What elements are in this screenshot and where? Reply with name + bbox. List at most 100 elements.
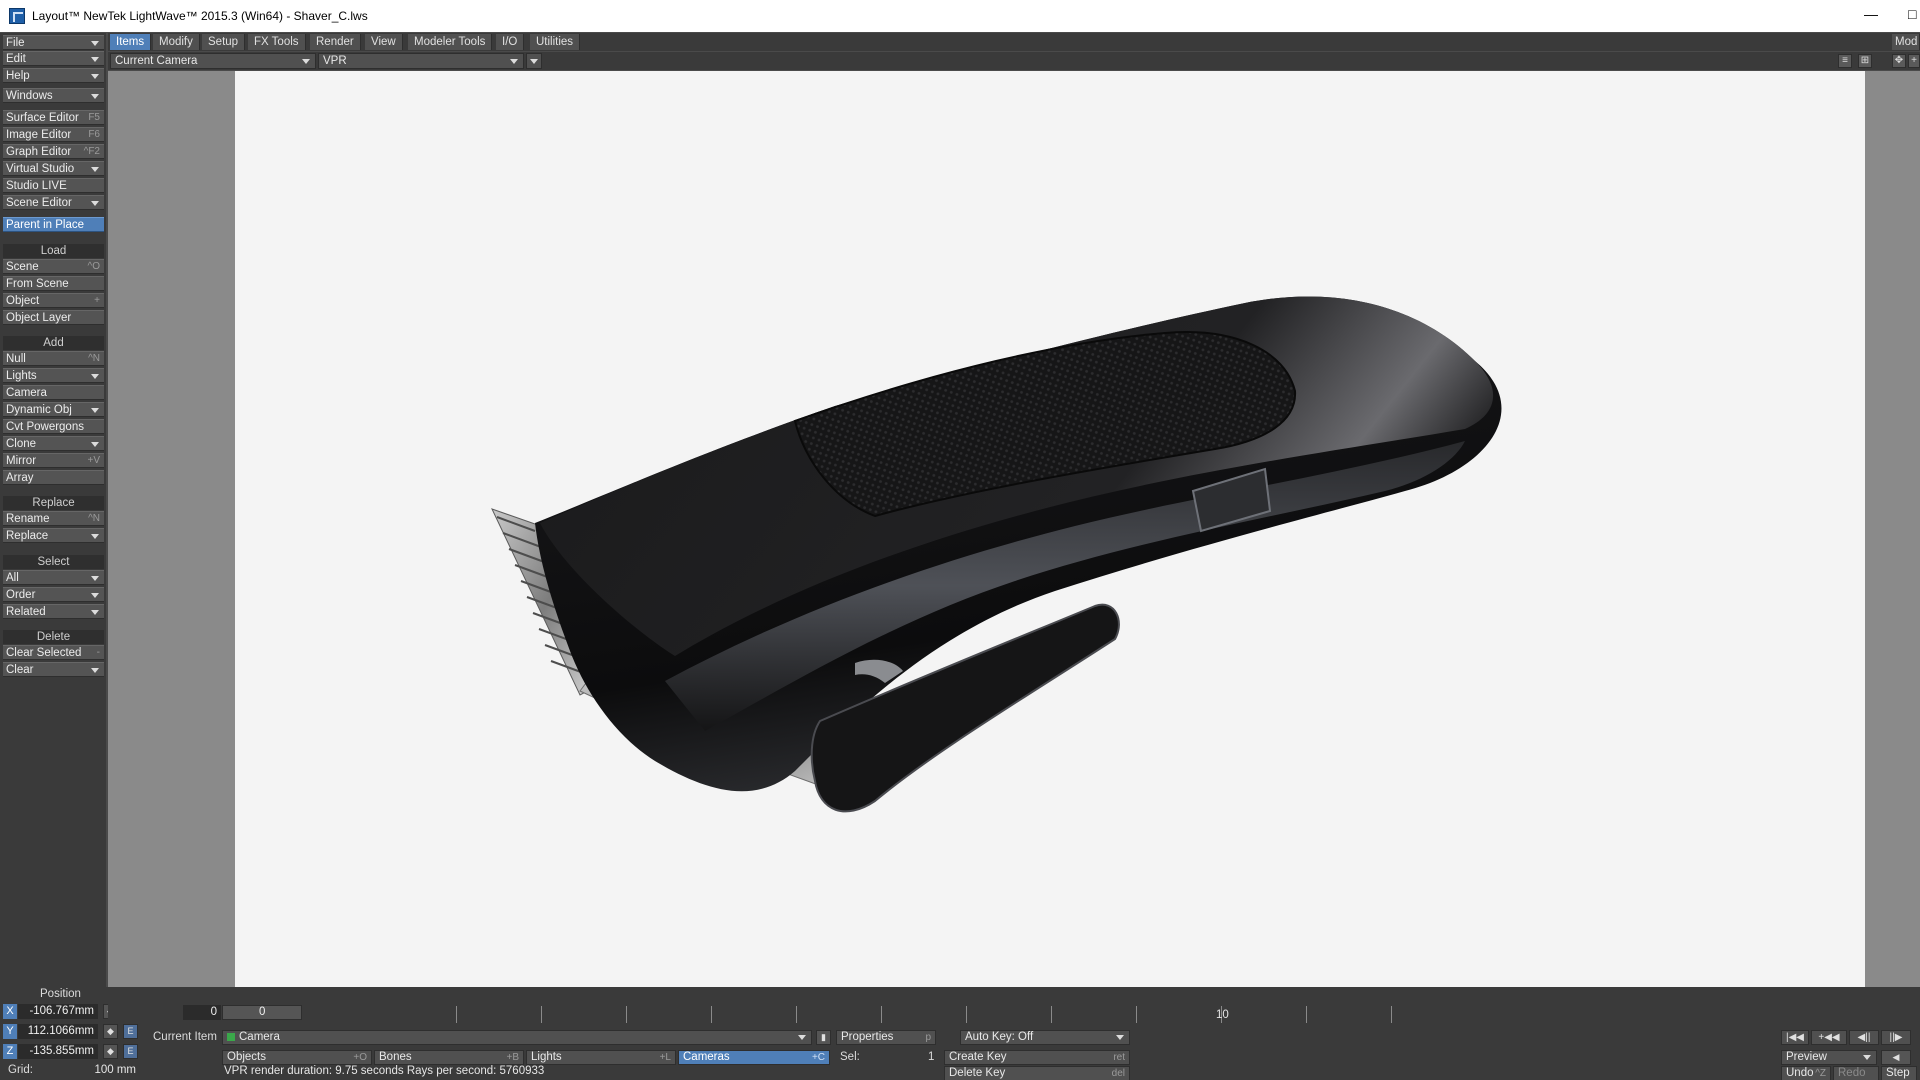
tab-modeler-tools[interactable]: Modeler Tools: [408, 34, 493, 50]
auto-key-select[interactable]: Auto Key: Off: [960, 1030, 1130, 1045]
add-lights-menu[interactable]: Lights: [3, 368, 104, 383]
select-related-menu[interactable]: Related: [3, 604, 104, 619]
tab-utilities[interactable]: Utilities: [530, 34, 581, 50]
bones-filter-button[interactable]: Bones +B: [374, 1050, 524, 1065]
array-button[interactable]: Array: [3, 470, 104, 485]
step-button[interactable]: Step: [1881, 1066, 1917, 1080]
timeline[interactable]: 0 0 10: [108, 1001, 1920, 1023]
current-item-select[interactable]: Camera: [222, 1030, 812, 1045]
z-envelope-button[interactable]: E: [123, 1044, 138, 1059]
select-order-menu[interactable]: Order: [3, 587, 104, 602]
z-position-field[interactable]: -135.855mm: [18, 1044, 98, 1059]
y-nudge-icon[interactable]: ◆: [103, 1024, 118, 1039]
move-view-icon[interactable]: ✥: [1892, 54, 1906, 68]
render-mode-select[interactable]: VPR: [318, 53, 524, 69]
play-backward-icon[interactable]: ◀||: [1849, 1030, 1879, 1045]
undo-button[interactable]: Undo ^Z: [1781, 1066, 1831, 1080]
rewind-start-icon[interactable]: |◀◀: [1781, 1030, 1809, 1045]
clear-menu[interactable]: Clear: [3, 662, 104, 677]
parent-in-place-toggle[interactable]: Parent in Place: [3, 217, 104, 232]
add-section-header: Add: [3, 336, 104, 350]
chevron-down-icon: [91, 201, 99, 206]
view-type-value: Current Camera: [115, 55, 198, 67]
replace-label: Replace: [6, 530, 49, 542]
objects-filter-button[interactable]: Objects +O: [222, 1050, 372, 1065]
load-from-scene-button[interactable]: From Scene: [3, 276, 104, 291]
array-label: Array: [6, 472, 34, 484]
windows-menu[interactable]: Windows: [3, 88, 104, 103]
cameras-filter-button[interactable]: Cameras +C: [678, 1050, 830, 1065]
y-envelope-button[interactable]: E: [123, 1024, 138, 1039]
dynamic-obj-menu[interactable]: Dynamic Obj: [3, 402, 104, 417]
add-null-button[interactable]: Null ^N: [3, 351, 104, 366]
step-back-icon[interactable]: +◀◀: [1811, 1030, 1847, 1045]
select-all-menu[interactable]: All: [3, 570, 104, 585]
help-menu[interactable]: Help: [3, 68, 104, 83]
shortcut-label: ^F2: [83, 146, 100, 157]
virtual-studio-menu[interactable]: Virtual Studio: [3, 161, 104, 176]
clear-selected-button[interactable]: Clear Selected -: [3, 645, 104, 660]
x-position-field[interactable]: -106.767mm: [18, 1004, 98, 1019]
add-camera-button[interactable]: Camera: [3, 385, 104, 400]
studio-live-button[interactable]: Studio LIVE: [3, 178, 104, 193]
timeline-tick: [1136, 1006, 1137, 1023]
tab-setup[interactable]: Setup: [202, 34, 246, 50]
tab-io[interactable]: I/O: [496, 34, 525, 50]
scene-editor-menu[interactable]: Scene Editor: [3, 195, 104, 210]
tab-modify[interactable]: Modify: [153, 34, 200, 50]
start-frame-field[interactable]: 0: [183, 1005, 221, 1020]
previous-icon[interactable]: ◀: [1881, 1050, 1911, 1065]
rename-button[interactable]: Rename ^N: [3, 511, 104, 526]
image-editor-button[interactable]: Image Editor F6: [3, 127, 104, 142]
clone-menu[interactable]: Clone: [3, 436, 104, 451]
preview-menu[interactable]: Preview: [1781, 1050, 1877, 1065]
redo-button[interactable]: Redo: [1833, 1066, 1879, 1080]
cvt-powergons-button[interactable]: Cvt Powergons: [3, 419, 104, 434]
delete-key-button[interactable]: Delete Key del: [944, 1066, 1130, 1080]
camera-viewport[interactable]: [235, 71, 1865, 987]
item-info-icon[interactable]: ▮: [816, 1030, 831, 1045]
timeline-tick: [626, 1006, 627, 1023]
tab-items[interactable]: Items: [110, 34, 152, 50]
tab-view[interactable]: View: [365, 34, 403, 50]
replace-menu[interactable]: Replace: [3, 528, 104, 543]
windows-label: Windows: [6, 90, 53, 102]
load-scene-button[interactable]: Scene ^O: [3, 259, 104, 274]
tab-fx-tools[interactable]: FX Tools: [248, 34, 306, 50]
restore-button[interactable]: □: [1908, 6, 1916, 22]
viewport-options-select[interactable]: [526, 53, 542, 69]
rename-label: Rename: [6, 513, 50, 525]
graph-editor-button[interactable]: Graph Editor ^F2: [3, 144, 104, 159]
tab-render[interactable]: Render: [310, 34, 361, 50]
load-object-layer-button[interactable]: Object Layer: [3, 310, 104, 325]
play-forward-icon[interactable]: ||▶: [1881, 1030, 1911, 1045]
view-type-select[interactable]: Current Camera: [110, 53, 316, 69]
bones-label: Bones: [379, 1051, 412, 1063]
load-object-button[interactable]: Object +: [3, 293, 104, 308]
edit-menu[interactable]: Edit: [3, 51, 104, 66]
properties-button[interactable]: Properties p: [836, 1030, 936, 1045]
viewport-area[interactable]: [108, 71, 1920, 987]
chevron-down-icon: [302, 59, 310, 64]
camera-label: Camera: [6, 387, 47, 399]
list-icon[interactable]: ≡: [1838, 54, 1852, 68]
lights-filter-button[interactable]: Lights +L: [526, 1050, 676, 1065]
y-position-field[interactable]: 112.1066mm: [18, 1024, 98, 1039]
file-menu[interactable]: File: [3, 35, 104, 50]
clear-label: Clear: [6, 664, 34, 676]
modeler-button[interactable]: Mod: [1892, 34, 1920, 50]
surface-editor-button[interactable]: Surface Editor F5: [3, 110, 104, 125]
z-nudge-icon[interactable]: ◆: [103, 1044, 118, 1059]
maximize-viewport-icon[interactable]: ⊞: [1858, 54, 1872, 68]
mirror-button[interactable]: Mirror +V: [3, 453, 104, 468]
shortcut-label: del: [1111, 1068, 1125, 1079]
select-section-header: Select: [3, 555, 104, 569]
replace-section-header: Replace: [3, 496, 104, 510]
left-toolbar: File Edit Help Windows Surface Editor F5 …: [0, 33, 106, 1080]
objects-label: Objects: [227, 1051, 266, 1063]
create-key-button[interactable]: Create Key ret: [944, 1050, 1130, 1065]
minimize-button[interactable]: —: [1864, 6, 1878, 22]
rotate-view-icon[interactable]: +: [1908, 54, 1920, 68]
current-item-value: Camera: [239, 1031, 280, 1043]
shortcut-label: ^Z: [1815, 1068, 1826, 1079]
